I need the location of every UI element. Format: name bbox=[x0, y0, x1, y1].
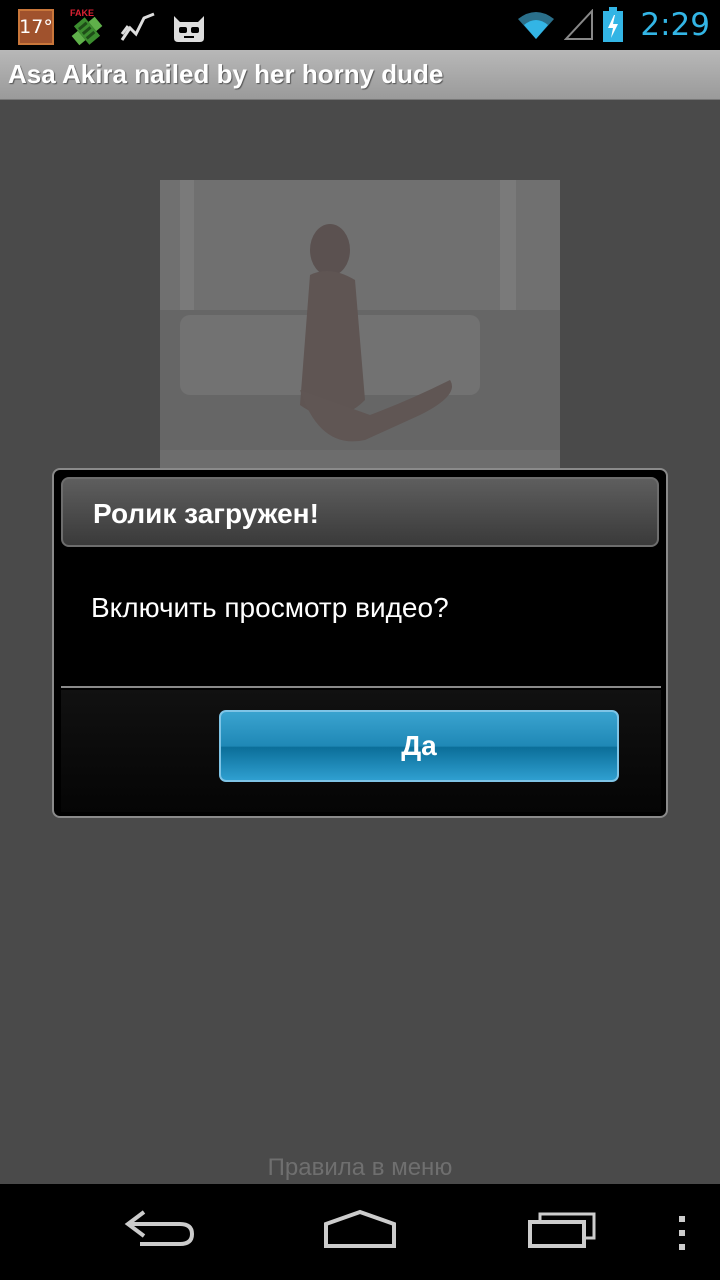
fake-gps-icon: FAKE bbox=[70, 8, 103, 46]
wifi-icon bbox=[518, 12, 555, 39]
yes-button[interactable]: Да bbox=[219, 710, 619, 782]
video-loaded-dialog: Ролик загружен! Включить просмотр видео?… bbox=[52, 468, 668, 818]
activity-icon bbox=[120, 12, 155, 41]
signal-icon bbox=[564, 9, 594, 40]
battery-charging-icon bbox=[603, 7, 624, 42]
cyanogenmod-icon bbox=[174, 16, 204, 42]
menu-icon[interactable] bbox=[676, 1214, 688, 1254]
dialog-divider bbox=[61, 686, 661, 688]
status-bar: 17° FAKE 2:29 bbox=[0, 0, 720, 50]
title-bar: Asa Akira nailed by her horny dude bbox=[0, 50, 720, 100]
thumbnail-image bbox=[160, 180, 560, 480]
recent-apps-icon[interactable] bbox=[526, 1206, 598, 1250]
back-icon[interactable] bbox=[124, 1206, 196, 1250]
dialog-title: Ролик загружен! bbox=[93, 498, 319, 529]
temperature-icon: 17° bbox=[18, 9, 54, 45]
dialog-message: Включить просмотр видео? bbox=[91, 592, 449, 623]
status-clock: 2:29 bbox=[640, 7, 710, 43]
navigation-bar bbox=[0, 1184, 720, 1280]
fake-gps-label: FAKE bbox=[70, 8, 94, 18]
rules-in-menu-link[interactable]: Правила в меню bbox=[0, 1154, 720, 1182]
page-title: Asa Akira nailed by her horny dude bbox=[8, 59, 444, 89]
video-thumbnail[interactable] bbox=[160, 180, 560, 480]
home-icon[interactable] bbox=[322, 1206, 398, 1250]
dialog-header: Ролик загружен! bbox=[61, 477, 659, 547]
